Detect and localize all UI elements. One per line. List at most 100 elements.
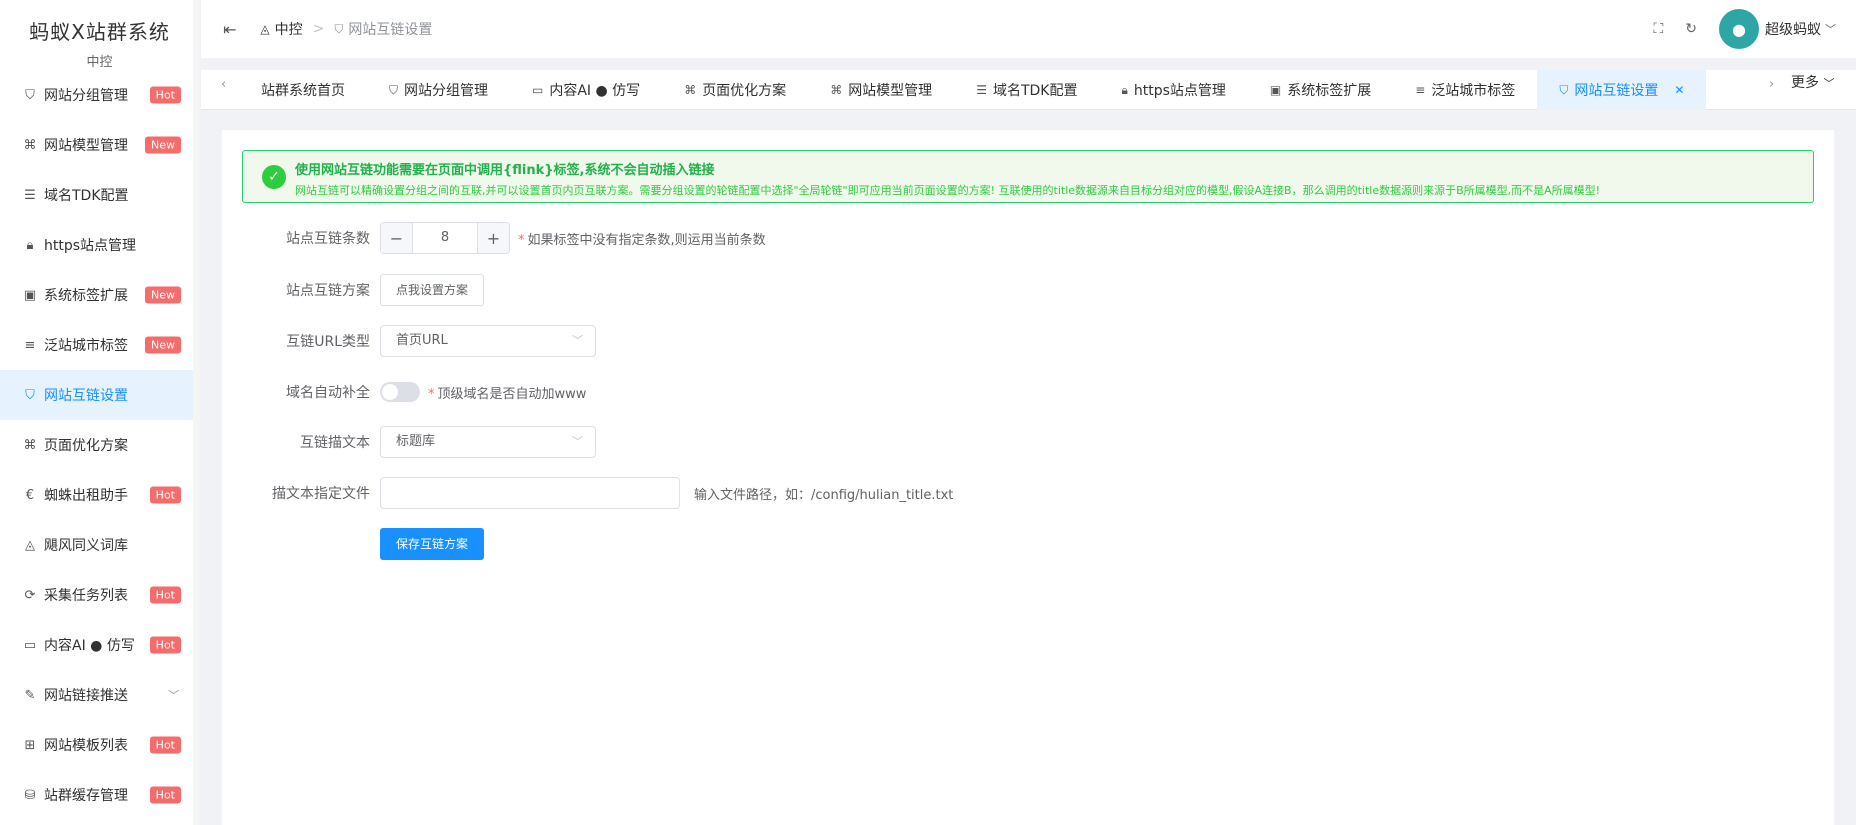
tab-label: 页面优化方案 — [702, 83, 787, 99]
sidebar-item-label: 网站互链设置 — [44, 388, 128, 404]
apps-icon: ⌘ — [684, 83, 697, 97]
status-badge: Hot — [149, 786, 181, 804]
sidebar-item-label: 网站链接推送 — [44, 688, 128, 704]
set-scheme-button[interactable]: 点我设置方案 — [380, 274, 485, 306]
sidebar-item-5[interactable]: ≡ 泛站城市标签 New — [0, 320, 199, 370]
sidebar-item-label: 页面优化方案 — [44, 438, 128, 454]
sidebar-item-label: 系统标签扩展 — [44, 288, 128, 304]
url-type-select[interactable]: 首页URL ﹀ — [380, 325, 596, 357]
auto-domain-hint-text: 顶级域名是否自动加www — [437, 386, 587, 402]
status-badge: Hot — [149, 86, 181, 104]
sidebar-item-10[interactable]: ⟳ 采集任务列表 Hot — [0, 570, 199, 620]
sidebar-item-12[interactable]: ✎ 网站链接推送 ﹀ — [0, 670, 199, 720]
form-row-auto-domain: 域名自动补全 * 顶级域名是否自动加www — [222, 376, 1422, 408]
form-row-save: 保存互链方案 — [222, 528, 1422, 560]
tab-8[interactable]: ≡ 泛站城市标签 — [1393, 70, 1537, 110]
tab-label: 内容AI ● 仿写 — [549, 83, 641, 99]
chevron-down-icon: ﹀ — [168, 689, 179, 702]
sidebar-item-1[interactable]: ⌘ 网站模型管理 New — [0, 120, 199, 170]
tab-list: 站群系统首页 ⛉ 网站分组管理 ▭ 内容AI ● 仿写 ⌘ 页面优化方案 ⌘ 网站模型管理 ☰ 域名… — [239, 70, 1707, 110]
sidebar-item-2[interactable]: ☰ 域名TDK配置 — [0, 170, 199, 220]
sidebar-item-14[interactable]: ⛁ 站群缓存管理 Hot — [0, 770, 199, 820]
form-row-link-count: 站点互链条数 − 8 + * 如果标签中没有指定条数,则运用当前条数 — [222, 222, 1422, 254]
tab-0[interactable]: 站群系统首页 — [239, 70, 367, 110]
link-count-label: 站点互链条数 — [286, 231, 370, 247]
shield-check-icon: ⛉ — [1559, 82, 1569, 97]
status-badge: Hot — [149, 636, 181, 654]
coin-icon: € — [25, 487, 35, 503]
close-icon[interactable]: ✕ — [1674, 83, 1684, 97]
sidebar: 蚂蚁X站群系统 中控 ⛉ 网站分组管理 Hot ⌘ 网站模型管理 New ☰ 域名TDK配置 🔒… — [0, 0, 200, 825]
status-badge: Hot — [149, 736, 181, 754]
tab-9[interactable]: ⛉ 网站互链设置 ✕ — [1537, 70, 1707, 110]
chevron-down-icon[interactable]: ﹀ — [1825, 21, 1836, 37]
required-star: * — [428, 386, 435, 402]
lock-icon: 🔒︎ — [26, 237, 34, 253]
logo: 蚂蚁X站群系统 中控 — [0, 0, 199, 70]
apps-icon: ⌘ — [830, 83, 843, 97]
save-button[interactable]: 保存互链方案 — [380, 528, 485, 560]
link-count-input[interactable]: 8 — [413, 223, 477, 253]
tab-label: 站群系统首页 — [261, 83, 345, 99]
compass-icon: ◬ — [260, 22, 270, 36]
sidebar-item-13[interactable]: ⊞ 网站模板列表 Hot — [0, 720, 199, 770]
tab-scroll-left-icon[interactable]: ‹ — [221, 70, 226, 110]
monitor-icon: ▭ — [23, 637, 37, 653]
anchor-value: 标题库 — [396, 434, 436, 449]
anchor-file-input[interactable] — [380, 477, 680, 509]
auto-domain-hint: * 顶级域名是否自动加www — [428, 383, 586, 402]
anchor-select[interactable]: 标题库 ﹀ — [380, 426, 596, 458]
chevron-down-icon: ﹀ — [572, 435, 583, 448]
fullscreen-icon[interactable]: ⛶ — [1653, 21, 1663, 37]
form-row-scheme: 站点互链方案 点我设置方案 — [222, 274, 1422, 306]
tab-scroll-right-icon[interactable]: › — [1769, 70, 1774, 110]
increment-button[interactable]: + — [477, 223, 509, 253]
tabs-more-button[interactable]: 更多 ﹀ — [1791, 70, 1834, 110]
status-badge: New — [145, 136, 181, 154]
link-count-hint: * 如果标签中没有指定条数,则运用当前条数 — [518, 229, 766, 248]
breadcrumb-current: ⛉ 网站互链设置 — [334, 19, 432, 39]
sidebar-item-8[interactable]: € 蜘蛛出租助手 Hot — [0, 470, 199, 520]
sidebar-item-11[interactable]: ▭ 内容AI ● 仿写 Hot — [0, 620, 199, 670]
breadcrumb-separator: > — [312, 21, 325, 37]
sidebar-scrollbar[interactable] — [193, 0, 200, 825]
sidebar-item-4[interactable]: ▣ 系统标签扩展 New — [0, 270, 199, 320]
status-badge: New — [145, 336, 181, 354]
app-title: 蚂蚁X站群系统 — [29, 20, 170, 44]
avatar[interactable]: ● — [1719, 9, 1759, 49]
apps-icon: ⌘ — [23, 437, 37, 453]
sidebar-item-9[interactable]: ◬ 飓风同义词库 — [0, 520, 199, 570]
sidebar-item-6[interactable]: ⛉ 网站互链设置 — [0, 370, 199, 420]
form-row-url-type: 互链URL类型 首页URL ﹀ — [222, 325, 1422, 357]
compass-icon: ◬ — [25, 537, 35, 553]
sidebar-item-label: 采集任务列表 — [44, 588, 128, 604]
switch-knob — [382, 384, 398, 400]
sidebar-item-label: https站点管理 — [44, 238, 137, 254]
shield-check-icon: ⛉ — [334, 21, 344, 36]
tab-1[interactable]: ⛉ 网站分组管理 — [367, 70, 510, 110]
sidebar-item-7[interactable]: ⌘ 页面优化方案 — [0, 420, 199, 470]
anchor-label: 互链描文本 — [300, 435, 370, 451]
tab-7[interactable]: ▣ 系统标签扩展 — [1248, 70, 1393, 110]
decrement-button[interactable]: − — [381, 223, 413, 253]
menu-fold-icon[interactable]: ⇤ — [223, 20, 236, 39]
tab-5[interactable]: ☰ 域名TDK配置 — [954, 70, 1099, 110]
sidebar-item-3[interactable]: 🔒︎ https站点管理 — [0, 220, 199, 270]
auto-domain-switch[interactable] — [380, 382, 420, 402]
tab-4[interactable]: ⌘ 网站模型管理 — [808, 70, 954, 110]
header-right: ⛶ ↻ ● 超级蚂蚁 ﹀ — [1631, 0, 1836, 58]
sidebar-menu: ⛉ 网站分组管理 Hot ⌘ 网站模型管理 New ☰ 域名TDK配置 🔒︎ https站点管理 ▣… — [0, 70, 199, 820]
user-name[interactable]: 超级蚂蚁 — [1765, 19, 1821, 39]
list-icon: ☰ — [976, 83, 987, 97]
url-type-label: 互链URL类型 — [286, 334, 370, 350]
breadcrumb-home[interactable]: ◬ 中控 — [260, 19, 302, 39]
refresh-icon[interactable]: ↻ — [1685, 21, 1697, 37]
tab-3[interactable]: ⌘ 页面优化方案 — [662, 70, 808, 110]
sync-icon: ⟳ — [24, 587, 36, 603]
tab-6[interactable]: 🔒︎ https站点管理 — [1099, 70, 1247, 110]
tab-2[interactable]: ▭ 内容AI ● 仿写 — [510, 70, 662, 110]
database-icon: ⛁ — [24, 787, 36, 803]
lock-icon: 🔒︎ — [1121, 82, 1128, 97]
tag-box-icon: ▣ — [23, 287, 37, 303]
sidebar-item-0[interactable]: ⛉ 网站分组管理 Hot — [0, 70, 199, 120]
